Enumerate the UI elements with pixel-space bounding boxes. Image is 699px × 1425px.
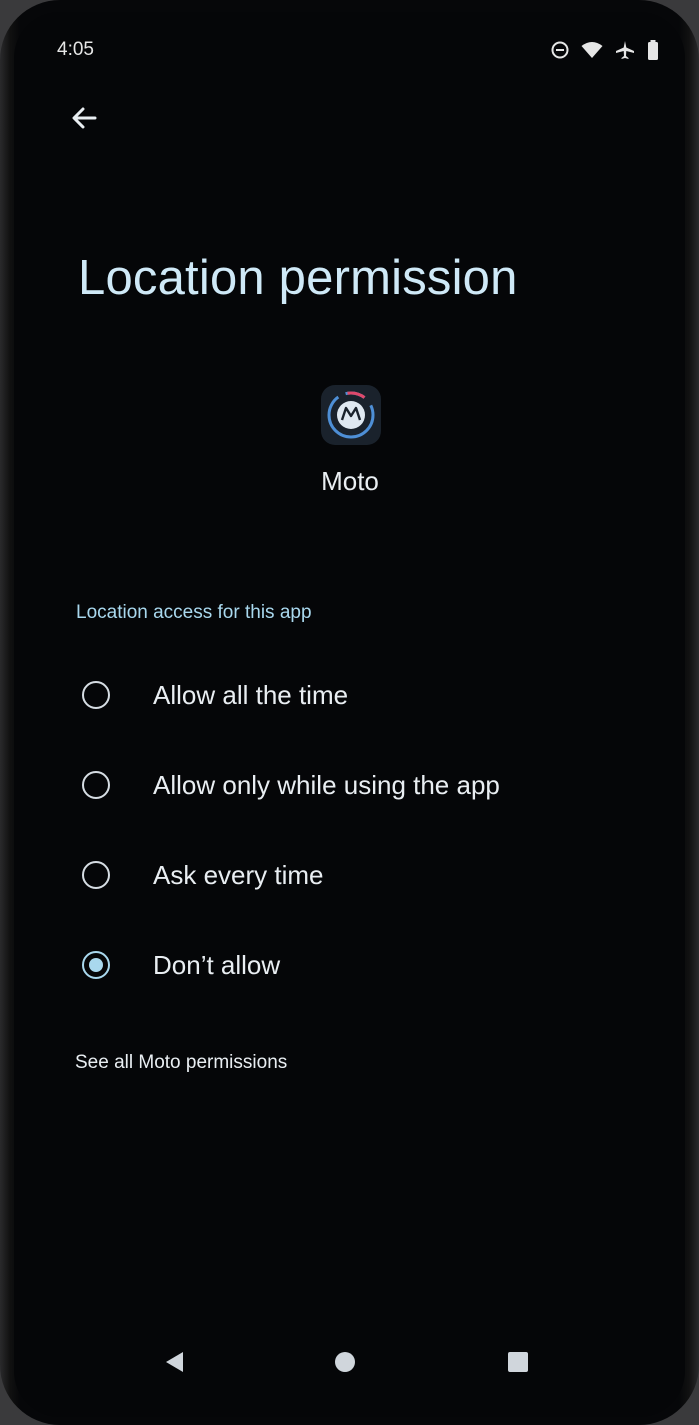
page-title: Location permission (78, 251, 518, 305)
radio-circle[interactable] (82, 771, 110, 799)
radio-dont-allow[interactable]: Don’t allow (82, 936, 280, 994)
nav-recents-button[interactable] (496, 1342, 540, 1386)
airplane-icon (615, 40, 635, 60)
option-label: Don’t allow (153, 949, 281, 980)
status-icons (551, 40, 659, 60)
see-all-permissions-link[interactable]: See all Moto permissions (75, 1048, 287, 1078)
radio-ask-every-time[interactable]: Ask every time (82, 846, 324, 904)
back-button[interactable] (66, 102, 102, 138)
nav-home-button[interactable] (323, 1342, 367, 1386)
moto-app-icon (321, 385, 381, 445)
nav-back-icon (163, 1350, 185, 1378)
do-not-disturb-icon (551, 41, 569, 59)
nav-back-button[interactable] (152, 1342, 196, 1386)
back-arrow-icon (70, 104, 98, 136)
status-time: 4:05 (57, 39, 94, 60)
radio-allow-only-while-using[interactable]: Allow only while using the app (82, 756, 500, 814)
radio-circle[interactable] (82, 681, 110, 709)
screen: 4:05 Location permission Moto Location a… (14, 12, 685, 1417)
app-name: Moto (321, 466, 379, 496)
radio-allow-all-the-time[interactable]: Allow all the time (82, 666, 348, 724)
radio-dot (89, 958, 103, 972)
radio-circle[interactable] (82, 861, 110, 889)
phone-frame: 4:05 Location permission Moto Location a… (0, 0, 699, 1425)
radio-circle-selected[interactable] (82, 951, 110, 979)
option-label: Ask every time (153, 859, 324, 890)
option-label: Allow only while using the app (153, 769, 500, 800)
section-label: Location access for this app (76, 602, 312, 623)
battery-icon (647, 40, 659, 60)
nav-recents-icon (507, 1351, 529, 1377)
wifi-icon (581, 41, 603, 59)
option-label: Allow all the time (153, 679, 349, 710)
nav-home-icon (334, 1351, 356, 1377)
